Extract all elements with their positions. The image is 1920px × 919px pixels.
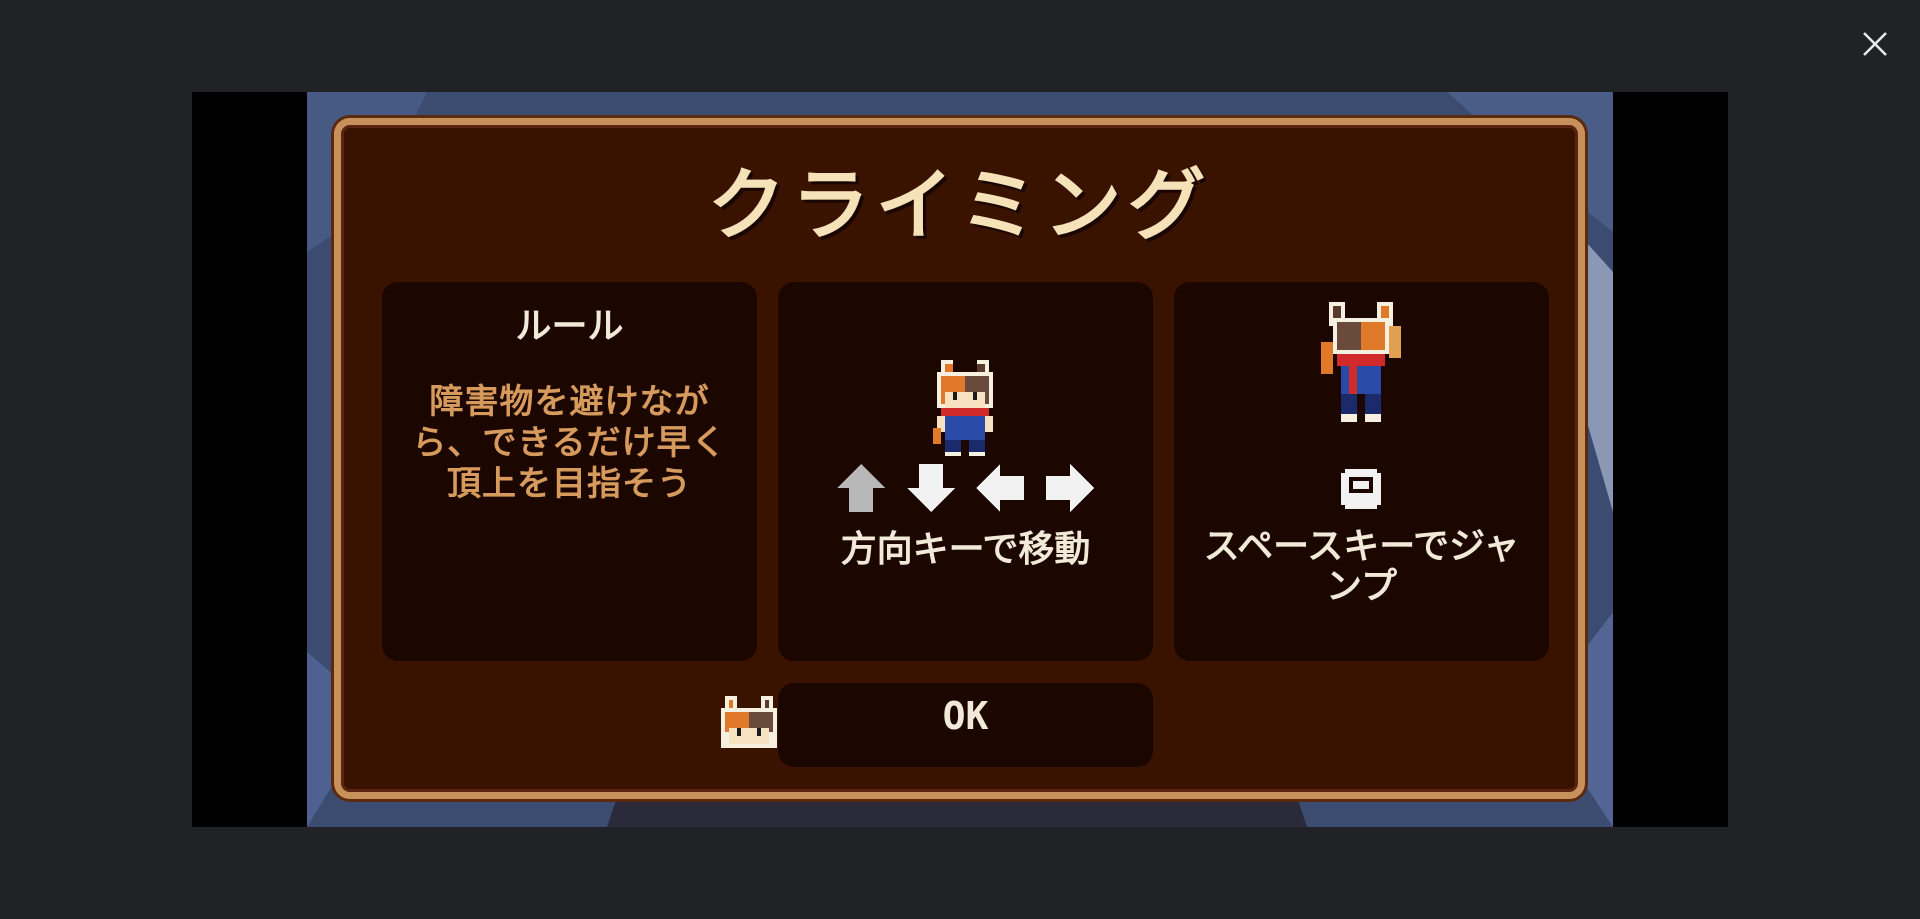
close-icon bbox=[1863, 32, 1887, 56]
game-screen: クライミング ルール 障害物を避けながら、できるだけ早く頂上を目指そう 方向キー… bbox=[307, 92, 1613, 827]
arrow-right-icon bbox=[1045, 464, 1094, 516]
arrow-up-icon bbox=[837, 464, 885, 516]
space-key-icon bbox=[1337, 465, 1385, 517]
move-label: 方向キーで移動 bbox=[840, 529, 1091, 570]
cat-cursor-icon bbox=[721, 696, 777, 756]
cat-standing-sprite bbox=[925, 360, 1005, 456]
arrow-down-icon bbox=[906, 464, 955, 516]
rule-description: 障害物を避けながら、できるだけ早く頂上を目指そう bbox=[412, 382, 727, 504]
rule-panel: ルール 障害物を避けながら、できるだけ早く頂上を目指そう bbox=[382, 282, 757, 661]
tutorial-dialog: クライミング ルール 障害物を避けながら、できるだけ早く頂上を目指そう 方向キー… bbox=[334, 118, 1585, 799]
image-viewer: クライミング ルール 障害物を避けながら、できるだけ早く頂上を目指そう 方向キー… bbox=[0, 0, 1920, 919]
rule-heading: ルール bbox=[515, 306, 624, 347]
game-stage: クライミング ルール 障害物を避けながら、できるだけ早く頂上を目指そう 方向キー… bbox=[192, 92, 1728, 827]
cat-jumping-sprite bbox=[1317, 302, 1405, 422]
arrow-left-icon bbox=[976, 464, 1025, 516]
move-panel: 方向キーで移動 bbox=[778, 282, 1153, 661]
close-button[interactable] bbox=[1858, 27, 1892, 61]
jump-label: スペースキーでジャンプ bbox=[1203, 526, 1520, 607]
jump-panel: スペースキーでジャンプ bbox=[1174, 282, 1549, 661]
ok-button[interactable]: OK bbox=[778, 683, 1153, 767]
game-title: クライミング bbox=[707, 161, 1212, 251]
ok-button-label: OK bbox=[942, 694, 989, 738]
arrow-keys-group bbox=[837, 464, 1094, 516]
